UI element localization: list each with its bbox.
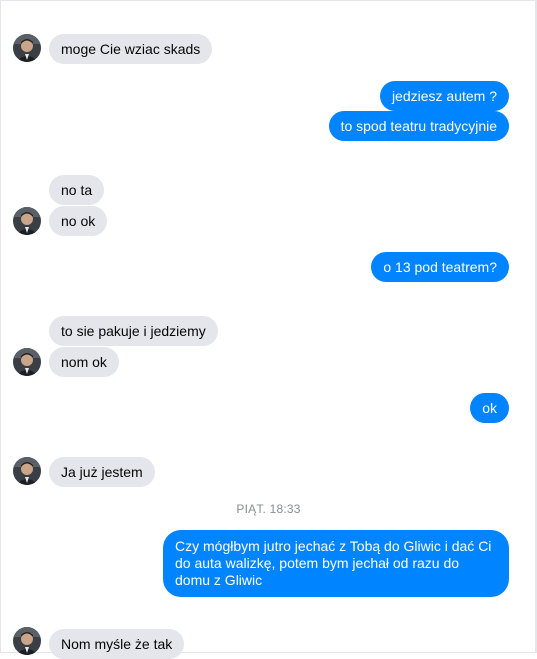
contact-avatar-icon[interactable] [13,348,41,376]
contact-avatar-icon[interactable] [13,207,41,235]
message-outgoing[interactable]: jedziesz autem ? [379,81,509,111]
contact-avatar-icon[interactable] [13,627,41,655]
contact-avatar-icon[interactable] [13,457,41,485]
avatar-image [13,207,41,235]
message-outgoing[interactable]: o 13 pod teatrem? [371,252,509,282]
message-outgoing[interactable]: ok [470,393,509,423]
avatar-image [13,627,41,655]
avatar-image [13,348,41,376]
message-incoming[interactable]: to sie pakuje i jedziemy [49,316,218,346]
message-incoming[interactable]: Ja już jestem [49,457,155,487]
message-incoming[interactable]: moge Cie wziac skads [49,34,213,64]
contact-avatar-icon[interactable] [13,34,41,62]
message-outgoing[interactable]: to spod teatru tradycyjnie [328,111,509,141]
avatar-image [13,34,41,62]
avatar-image [13,457,41,485]
message-timestamp: PIĄT. 18:33 [236,502,301,516]
message-incoming[interactable]: Nom myśle że tak [49,629,185,659]
frame-left-border [0,0,1,653]
message-outgoing[interactable]: Czy mógłbym jutro jechać z Tobą do Gliwi… [163,530,509,597]
message-incoming[interactable]: no ok [49,206,108,236]
message-incoming[interactable]: no ta [49,175,105,205]
frame-top-border [0,0,537,1]
message-incoming[interactable]: nom ok [49,347,119,377]
